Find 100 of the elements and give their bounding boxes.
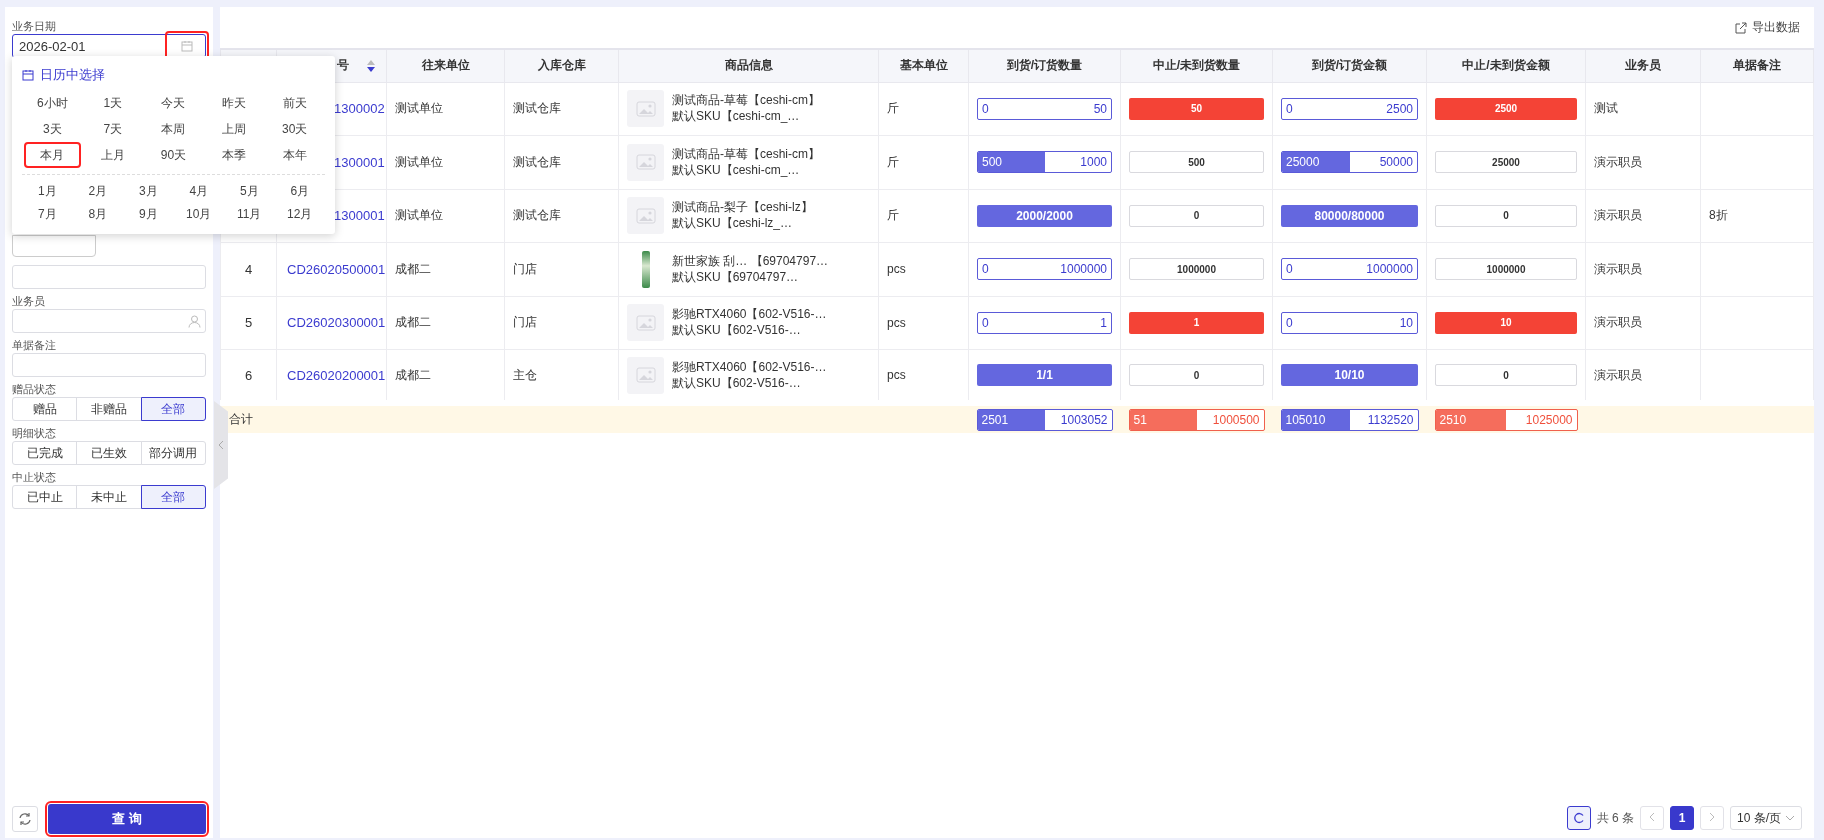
- table-cell: 斤: [887, 154, 899, 169]
- quick-range-option[interactable]: 3天: [26, 118, 79, 140]
- input-field[interactable]: [12, 353, 206, 377]
- refresh-icon: [18, 812, 32, 826]
- quick-range-option[interactable]: 本周: [147, 118, 200, 140]
- month-option[interactable]: 12月: [274, 204, 325, 224]
- total-count: 共 6 条: [1596, 809, 1634, 827]
- refresh-button[interactable]: [1566, 806, 1591, 830]
- quick-range-option[interactable]: 上月: [86, 144, 140, 166]
- product-sku: 默认SKU【ceshi-cm_…: [672, 109, 801, 125]
- quick-range-option[interactable]: 本年: [268, 144, 321, 166]
- product-photo: [641, 250, 650, 288]
- quick-range-option[interactable]: 前天: [268, 92, 321, 114]
- field-label: 单据备注: [12, 338, 57, 353]
- field-label: 明细状态: [12, 426, 57, 441]
- quick-range-option[interactable]: 6小时: [26, 92, 79, 114]
- segment-option[interactable]: 已中止: [12, 485, 78, 509]
- table-cell: 成都二: [395, 315, 431, 330]
- split-value-box: 0 1: [977, 311, 1112, 334]
- quick-range-option[interactable]: 本季: [207, 144, 261, 166]
- export-button[interactable]: 导出数据: [1735, 19, 1800, 36]
- order-link[interactable]: 1300001: [334, 208, 385, 224]
- quick-range-option[interactable]: 90天: [147, 144, 200, 166]
- page-button[interactable]: 1: [1670, 806, 1694, 830]
- quick-range-option[interactable]: 上周: [207, 118, 261, 140]
- query-button[interactable]: 查 询: [48, 804, 206, 834]
- quick-range-option[interactable]: 1天: [86, 92, 140, 114]
- table-cell: pcs: [887, 368, 906, 382]
- month-option[interactable]: 4月: [173, 181, 224, 201]
- field-label: 业务日期: [12, 19, 57, 34]
- progress-bar: 500 1000: [977, 151, 1112, 174]
- field-label: 业务员: [12, 294, 46, 309]
- month-option[interactable]: 9月: [123, 204, 174, 224]
- calendar-picker-link[interactable]: 日历中选择: [22, 64, 105, 86]
- column-header: 到货/订货数量: [968, 49, 1121, 82]
- quick-range-option[interactable]: 30天: [268, 118, 321, 140]
- quick-range-option[interactable]: 今天: [147, 92, 200, 114]
- complete-bar: 1/1: [977, 364, 1112, 386]
- column-header: 单据备注: [1700, 49, 1814, 82]
- complete-bar: 80000/80000: [1281, 204, 1418, 227]
- date-field[interactable]: 2026-02-01: [12, 34, 206, 58]
- value-box: 0: [1129, 204, 1264, 227]
- month-option[interactable]: 7月: [22, 204, 73, 224]
- calendar-button[interactable]: [167, 33, 207, 59]
- table-cell: pcs: [887, 262, 906, 277]
- table-cell: 测试单位: [395, 101, 443, 116]
- image-icon: [635, 100, 656, 117]
- segment-option[interactable]: 非赠品: [76, 397, 142, 421]
- segment-option[interactable]: 全部: [140, 485, 206, 509]
- month-option[interactable]: 3月: [123, 181, 174, 201]
- value-box: 1000000: [1129, 258, 1264, 281]
- product-name: 影驰RTX4060【602-V516-…: [672, 359, 827, 375]
- reset-button[interactable]: [12, 806, 38, 832]
- complete-bar: 10/10: [1281, 364, 1418, 386]
- select-box[interactable]: [12, 235, 96, 257]
- value-box: 500: [1129, 151, 1264, 174]
- next-page-button[interactable]: [1700, 806, 1724, 830]
- alert-bar: 1: [1129, 311, 1264, 334]
- order-link[interactable]: 1300001: [334, 154, 385, 170]
- input-field[interactable]: [12, 265, 206, 289]
- value-box: 25000: [1435, 151, 1577, 174]
- person-icon: [188, 314, 201, 328]
- month-option[interactable]: 1月: [22, 181, 73, 201]
- product-name: 测试商品-草莓【ceshi-cm】: [672, 146, 820, 162]
- value-box: 1000000: [1435, 258, 1577, 281]
- table-cell: 测试单位: [395, 154, 443, 169]
- segment-option[interactable]: 全部: [140, 397, 206, 421]
- table-cell: 斤: [887, 101, 899, 116]
- progress-bar: 2510 1025000: [1434, 408, 1578, 431]
- segment-option[interactable]: 未中止: [76, 485, 142, 509]
- month-option[interactable]: 2月: [72, 181, 123, 201]
- table-cell: 成都二: [395, 367, 431, 382]
- quick-range-option[interactable]: 昨天: [207, 92, 261, 114]
- month-option[interactable]: 10月: [173, 204, 224, 224]
- progress-bar: 25000 50000: [1281, 151, 1418, 174]
- segment-option[interactable]: 已完成: [12, 441, 78, 465]
- quick-range-option[interactable]: 本月: [26, 144, 79, 166]
- table-cell: 测试仓库: [513, 101, 561, 116]
- month-option[interactable]: 6月: [274, 181, 325, 201]
- table-cell: 成都二: [395, 261, 431, 276]
- value-box: 0: [1129, 364, 1264, 386]
- segment-option[interactable]: 已生效: [76, 441, 142, 465]
- quick-range-option[interactable]: 7天: [86, 118, 140, 140]
- column-header: 入库仓库: [504, 49, 619, 82]
- month-option[interactable]: 5月: [224, 181, 275, 201]
- chevron-right-icon: [1709, 812, 1715, 822]
- column-header: 业务员: [1585, 49, 1701, 82]
- segment-option[interactable]: 赠品: [12, 397, 78, 421]
- column-header: 到货/订货金额: [1272, 49, 1427, 82]
- segment-option[interactable]: 部分调用: [140, 441, 206, 465]
- split-value-box: 0 2500: [1281, 97, 1418, 120]
- table-cell: 测试仓库: [513, 208, 561, 223]
- page-size-select[interactable]: 10 条/页: [1730, 806, 1802, 830]
- prev-page-button[interactable]: [1640, 806, 1664, 830]
- month-option[interactable]: 8月: [72, 204, 123, 224]
- table-cell: 演示职员: [1594, 208, 1642, 223]
- input-field[interactable]: [12, 309, 206, 333]
- product-sku: 默认SKU【ceshi-lz_…: [672, 216, 794, 232]
- order-link[interactable]: 1300002: [334, 101, 385, 117]
- product-sku: 默认SKU【ceshi-cm_…: [672, 162, 801, 178]
